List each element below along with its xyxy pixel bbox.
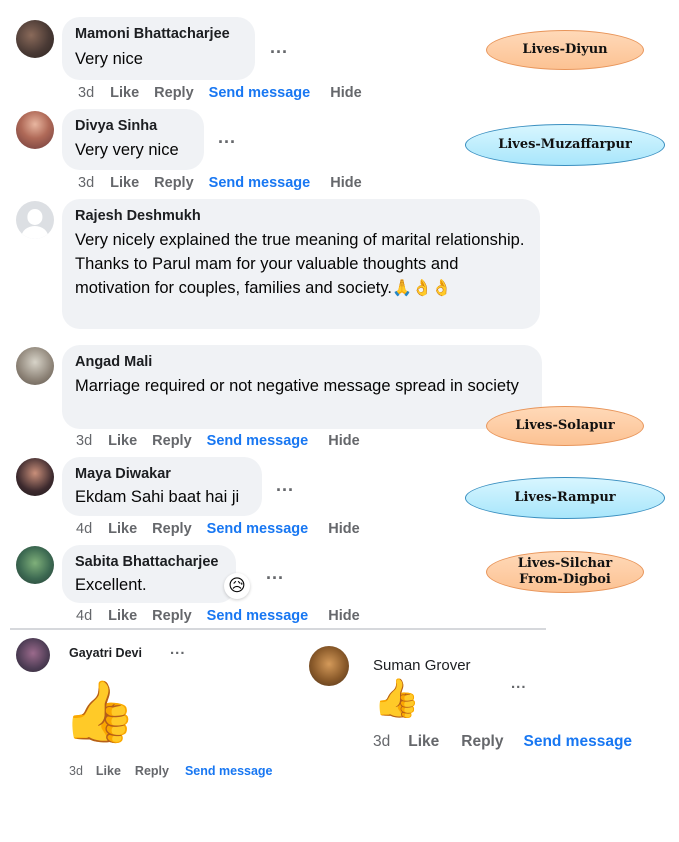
location-tag: Lives-Muzaffarpur bbox=[465, 124, 665, 166]
comment-text: Excellent. bbox=[75, 576, 147, 594]
avatar[interactable] bbox=[16, 20, 54, 58]
comment-actions: 3d Like Reply Send message Hide bbox=[76, 433, 375, 449]
location-tag: Lives-Silchar From-Digboi bbox=[486, 551, 644, 593]
like-button[interactable]: Like bbox=[108, 433, 137, 449]
default-avatar-icon bbox=[27, 209, 43, 225]
comment-text: Very nicely explained the true meaning o… bbox=[75, 228, 528, 301]
send-message-button[interactable]: Send message bbox=[207, 433, 309, 449]
comment-bubble: Sabita Bhattacharjee Excellent. bbox=[62, 545, 236, 603]
thumbs-up-sticker-icon: 👍 bbox=[62, 678, 137, 745]
send-message-button[interactable]: Send message bbox=[209, 85, 311, 101]
commenter-name[interactable]: Gayatri Devi bbox=[69, 644, 142, 663]
like-button[interactable]: Like bbox=[96, 764, 121, 778]
comment-bubble: Maya Diwakar Ekdam Sahi baat hai ji bbox=[62, 457, 262, 516]
hide-button[interactable]: Hide bbox=[328, 521, 359, 537]
comment-time[interactable]: 4d bbox=[76, 608, 92, 624]
comment-text: Very very nice bbox=[75, 141, 179, 159]
commenter-name[interactable]: Sabita Bhattacharjee bbox=[75, 553, 224, 572]
comment-actions: 3d Like Reply Send message bbox=[373, 733, 652, 751]
comment-time[interactable]: 3d bbox=[78, 85, 94, 101]
like-button[interactable]: Like bbox=[408, 733, 439, 751]
comment-body: Very nicely explained the true meaning o… bbox=[75, 231, 525, 297]
comment-time[interactable]: 3d bbox=[373, 733, 390, 751]
avatar[interactable] bbox=[16, 111, 54, 149]
reply-button[interactable]: Reply bbox=[152, 433, 192, 449]
comment-actions: 4d Like Reply Send message Hide bbox=[76, 608, 375, 624]
avatar[interactable] bbox=[309, 646, 349, 686]
commenter-name[interactable]: Mamoni Bhattacharjee bbox=[75, 25, 243, 44]
hide-button[interactable]: Hide bbox=[330, 175, 361, 191]
like-button[interactable]: Like bbox=[110, 85, 139, 101]
more-options-icon[interactable]: ... bbox=[270, 38, 288, 56]
thumbs-up-sticker-icon: 👍 bbox=[373, 678, 421, 720]
comment-time[interactable]: 3d bbox=[69, 764, 83, 778]
comment-bubble: Angad Mali Marriage required or not nega… bbox=[62, 345, 542, 429]
more-options-icon[interactable]: ... bbox=[266, 564, 284, 582]
commenter-name[interactable]: Suman Grover bbox=[373, 656, 471, 675]
more-options-icon[interactable]: ... bbox=[170, 642, 186, 657]
like-button[interactable]: Like bbox=[108, 608, 137, 624]
commenter-name[interactable]: Divya Sinha bbox=[75, 117, 192, 136]
location-tag: Lives-Diyun bbox=[486, 30, 644, 70]
avatar[interactable] bbox=[16, 347, 54, 385]
comment-actions: 4d Like Reply Send message Hide bbox=[76, 521, 375, 537]
hide-button[interactable]: Hide bbox=[328, 608, 359, 624]
comment-bubble: Rajesh Deshmukh Very nicely explained th… bbox=[62, 199, 540, 329]
location-tag: Lives-Rampur bbox=[465, 477, 665, 519]
comment-bubble: Divya Sinha Very very nice bbox=[62, 109, 204, 170]
avatar[interactable] bbox=[16, 458, 54, 496]
sad-reaction-icon[interactable]: 😥 bbox=[224, 573, 250, 599]
avatar[interactable] bbox=[16, 201, 54, 239]
reply-button[interactable]: Reply bbox=[152, 521, 192, 537]
reply-button[interactable]: Reply bbox=[152, 608, 192, 624]
commenter-name[interactable]: Rajesh Deshmukh bbox=[75, 207, 528, 226]
more-options-icon[interactable]: ... bbox=[218, 128, 236, 146]
avatar[interactable] bbox=[16, 638, 50, 672]
reply-button[interactable]: Reply bbox=[154, 85, 194, 101]
like-button[interactable]: Like bbox=[108, 521, 137, 537]
hide-button[interactable]: Hide bbox=[330, 85, 361, 101]
like-button[interactable]: Like bbox=[110, 175, 139, 191]
comment-text: Ekdam Sahi baat hai ji bbox=[75, 488, 240, 506]
comment-actions: 3d Like Reply Send message bbox=[69, 764, 293, 778]
comment-time[interactable]: 3d bbox=[76, 433, 92, 449]
comment-text: Very nice bbox=[75, 50, 143, 68]
commenter-name[interactable]: Angad Mali bbox=[75, 353, 530, 372]
reply-button[interactable]: Reply bbox=[135, 764, 169, 778]
emoji-praying-ok-hands: 🙏👌👌 bbox=[392, 280, 452, 297]
more-options-icon[interactable]: ... bbox=[276, 476, 294, 494]
comment-text: Marriage required or not negative messag… bbox=[75, 377, 519, 395]
commenter-name[interactable]: Maya Diwakar bbox=[75, 465, 250, 484]
comment-bubble: Mamoni Bhattacharjee Very nice bbox=[62, 17, 255, 80]
comment-time[interactable]: 3d bbox=[78, 175, 94, 191]
send-message-button[interactable]: Send message bbox=[523, 733, 632, 751]
avatar[interactable] bbox=[16, 546, 54, 584]
divider bbox=[10, 628, 546, 630]
more-options-icon[interactable]: ... bbox=[511, 676, 527, 691]
send-message-button[interactable]: Send message bbox=[207, 608, 309, 624]
comment-actions: 3d Like Reply Send message Hide bbox=[78, 175, 377, 191]
reply-button[interactable]: Reply bbox=[461, 733, 503, 751]
send-message-button[interactable]: Send message bbox=[185, 764, 273, 778]
send-message-button[interactable]: Send message bbox=[207, 521, 309, 537]
send-message-button[interactable]: Send message bbox=[209, 175, 311, 191]
comment-actions: 3d Like Reply Send message Hide bbox=[78, 85, 377, 101]
location-tag: Lives-Solapur bbox=[486, 406, 644, 446]
comment-time[interactable]: 4d bbox=[76, 521, 92, 537]
reply-button[interactable]: Reply bbox=[154, 175, 194, 191]
hide-button[interactable]: Hide bbox=[328, 433, 359, 449]
